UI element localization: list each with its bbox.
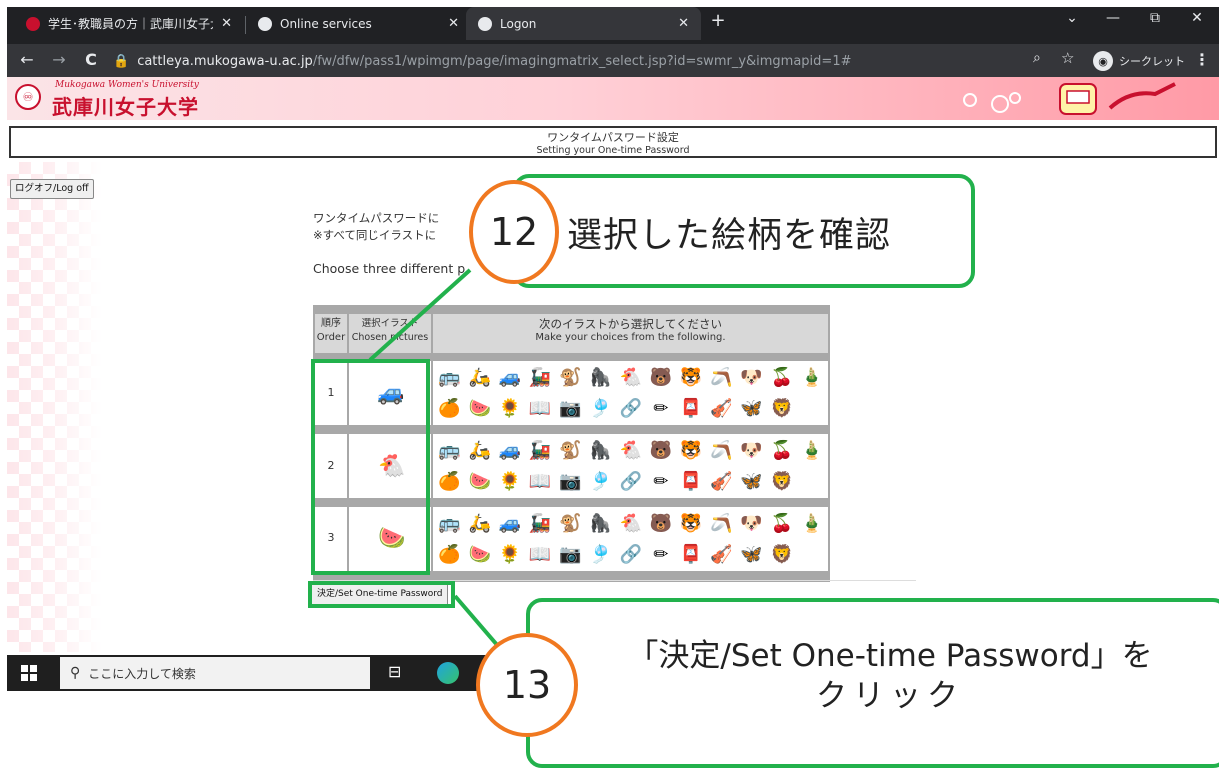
step-13-text-line-1: 「決定/Set One-time Password」を xyxy=(627,638,1153,674)
step-12-text: 選択した絵柄を確認 xyxy=(567,216,892,256)
step-12-badge: 12 xyxy=(469,180,559,284)
step-13-badge: 13 xyxy=(476,633,578,737)
step-13-callout: 「決定/Set One-time Password」を クリック xyxy=(526,598,1219,768)
step-12-callout: 選択した絵柄を確認 xyxy=(513,174,975,288)
step-13-text-line-2: クリック xyxy=(816,678,964,714)
